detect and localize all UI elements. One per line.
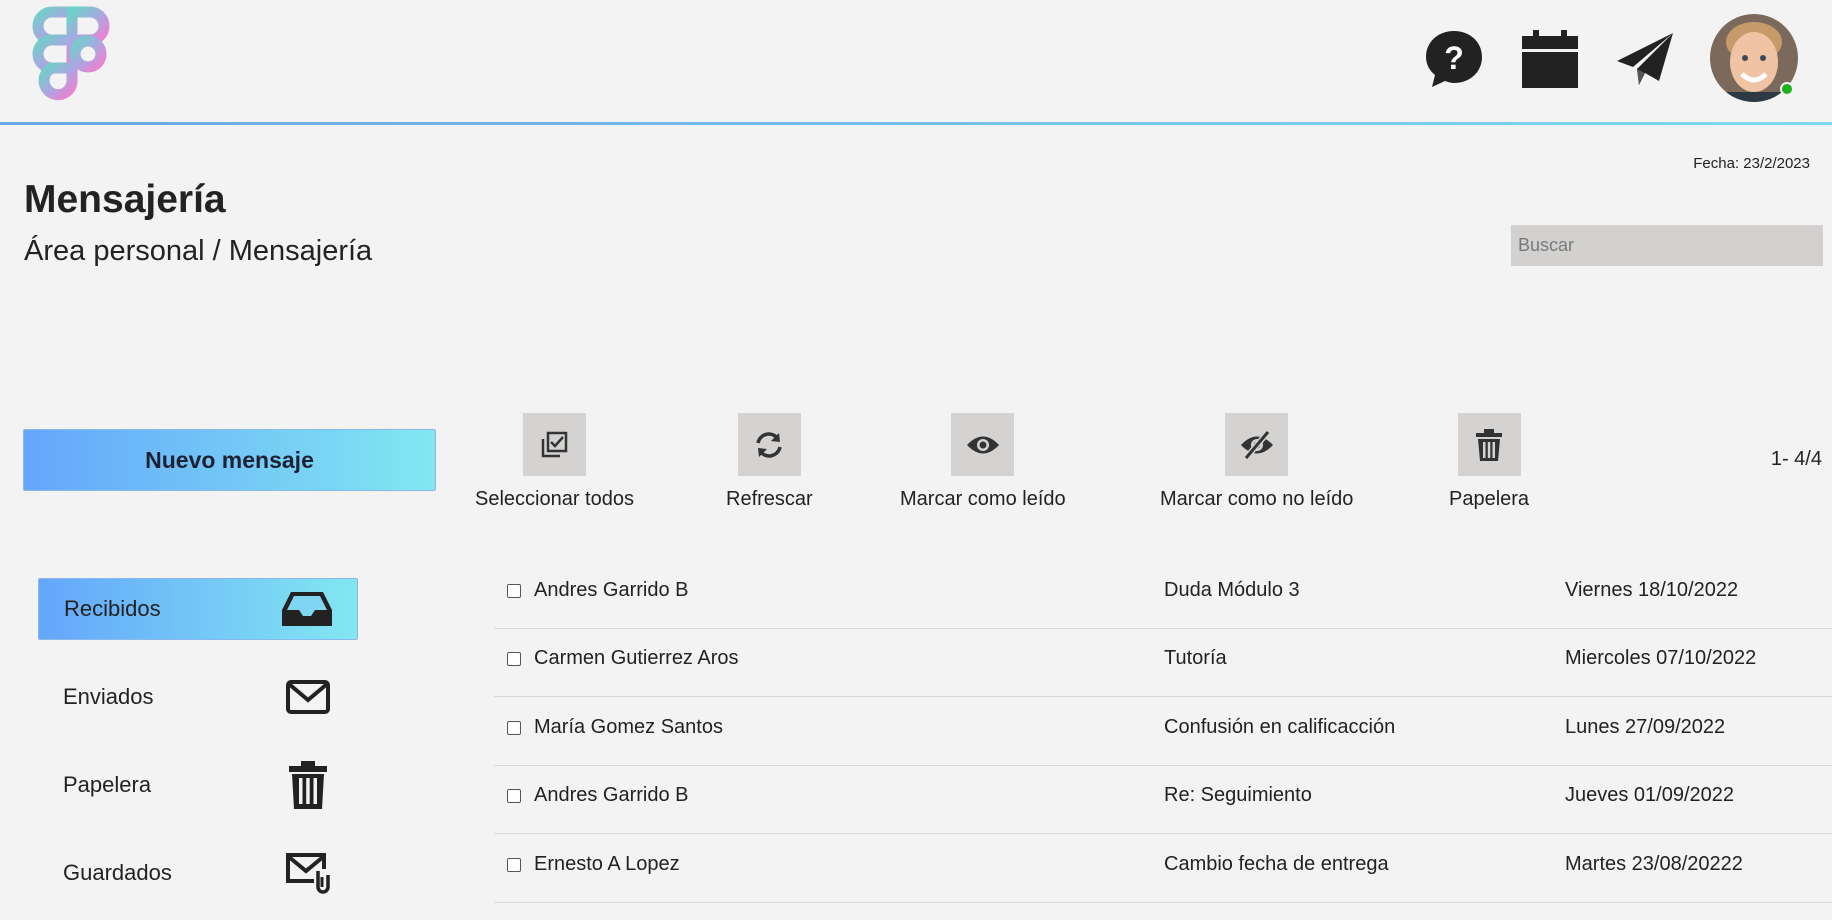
message-subject: Re: Seguimiento [1164,784,1312,806]
trash-toolbar-button[interactable]: Papelera [1449,413,1529,511]
trash-label: Papelera [1449,488,1530,510]
row-checkbox[interactable] [507,584,521,598]
refresh-label: Refrescar [726,488,813,510]
message-sender: Andres Garrido B [534,579,689,601]
message-date: Jueves 01/09/2022 [1565,784,1735,806]
calendar-icon[interactable] [1517,26,1583,92]
message-date: Martes 23/08/20222 [1565,853,1743,875]
mark-read-button[interactable]: Marcar como leído [900,413,1066,511]
refresh-icon [737,413,801,476]
breadcrumb: Área personal / Mensajería [24,235,373,267]
message-subject: Confusión en calificacción [1164,716,1396,738]
refresh-button[interactable]: Refrescar [726,413,813,511]
message-date: Miercoles 07/10/2022 [1565,647,1757,669]
folder-label: Guardados [63,860,172,885]
message-date: Lunes 27/09/2022 [1565,716,1726,738]
select-all-icon [522,413,586,476]
message-date: Viernes 18/10/2022 [1565,579,1739,601]
paper-plane-icon[interactable] [1612,26,1678,92]
select-all-button[interactable]: Seleccionar todos [475,413,634,511]
row-checkbox[interactable] [507,652,521,666]
message-subject: Cambio fecha de entrega [1164,853,1389,875]
envelope-attachment-icon [282,849,334,897]
folder-trash[interactable]: Papelera [38,754,358,816]
current-date: Fecha: 23/2/2023 [1693,155,1810,172]
folder-inbox[interactable]: Recibidos [38,578,358,640]
folder-saved[interactable]: Guardados [38,842,358,904]
select-all-label: Seleccionar todos [475,488,634,510]
inbox-icon [281,585,333,633]
pagination-count: 1- 4/4 [1770,448,1822,470]
online-status-dot [1780,82,1794,96]
folder-sent[interactable]: Enviados [38,666,358,728]
folder-label: Enviados [63,684,154,709]
search-input[interactable] [1511,225,1823,266]
message-subject: Tutoría [1164,647,1227,669]
message-row[interactable]: Andres Garrido B Duda Módulo 3 Viernes 1… [494,561,1832,629]
folder-label: Papelera [63,772,152,797]
row-checkbox[interactable] [507,721,521,735]
mark-unread-button[interactable]: Marcar como no leído [1160,413,1353,511]
top-bar: ? [0,0,1832,123]
new-message-button[interactable]: Nuevo mensaje [23,429,436,491]
figma-logo[interactable] [30,4,114,114]
row-checkbox[interactable] [507,858,521,872]
message-row[interactable]: María Gomez Santos Confusión en califica… [494,698,1832,766]
help-chat-icon[interactable]: ? [1421,26,1487,92]
row-checkbox[interactable] [507,789,521,803]
envelope-icon [282,673,334,721]
message-subject: Duda Módulo 3 [1164,579,1300,601]
eye-icon [951,413,1015,476]
message-row[interactable]: Ernesto A Lopez Cambio fecha de entrega … [494,835,1832,903]
svg-text:?: ? [1444,40,1464,76]
message-sender: Ernesto A Lopez [534,853,680,875]
page-title: Mensajería [24,178,226,221]
message-row[interactable]: Carmen Gutierrez Aros Tutoría Miercoles … [494,629,1832,697]
message-sender: Andres Garrido B [534,784,689,806]
message-sender: María Gomez Santos [534,716,723,738]
eye-slash-icon [1225,413,1289,476]
mark-unread-label: Marcar como no leído [1160,488,1354,510]
message-row[interactable]: Andres Garrido B Re: Seguimiento Jueves … [494,766,1832,834]
folder-label: Recibidos [64,596,161,621]
message-sender: Carmen Gutierrez Aros [534,647,739,669]
mark-read-label: Marcar como leído [900,488,1066,510]
header-divider [0,122,1832,125]
trash-icon [1457,413,1521,476]
trash-icon [282,761,334,809]
